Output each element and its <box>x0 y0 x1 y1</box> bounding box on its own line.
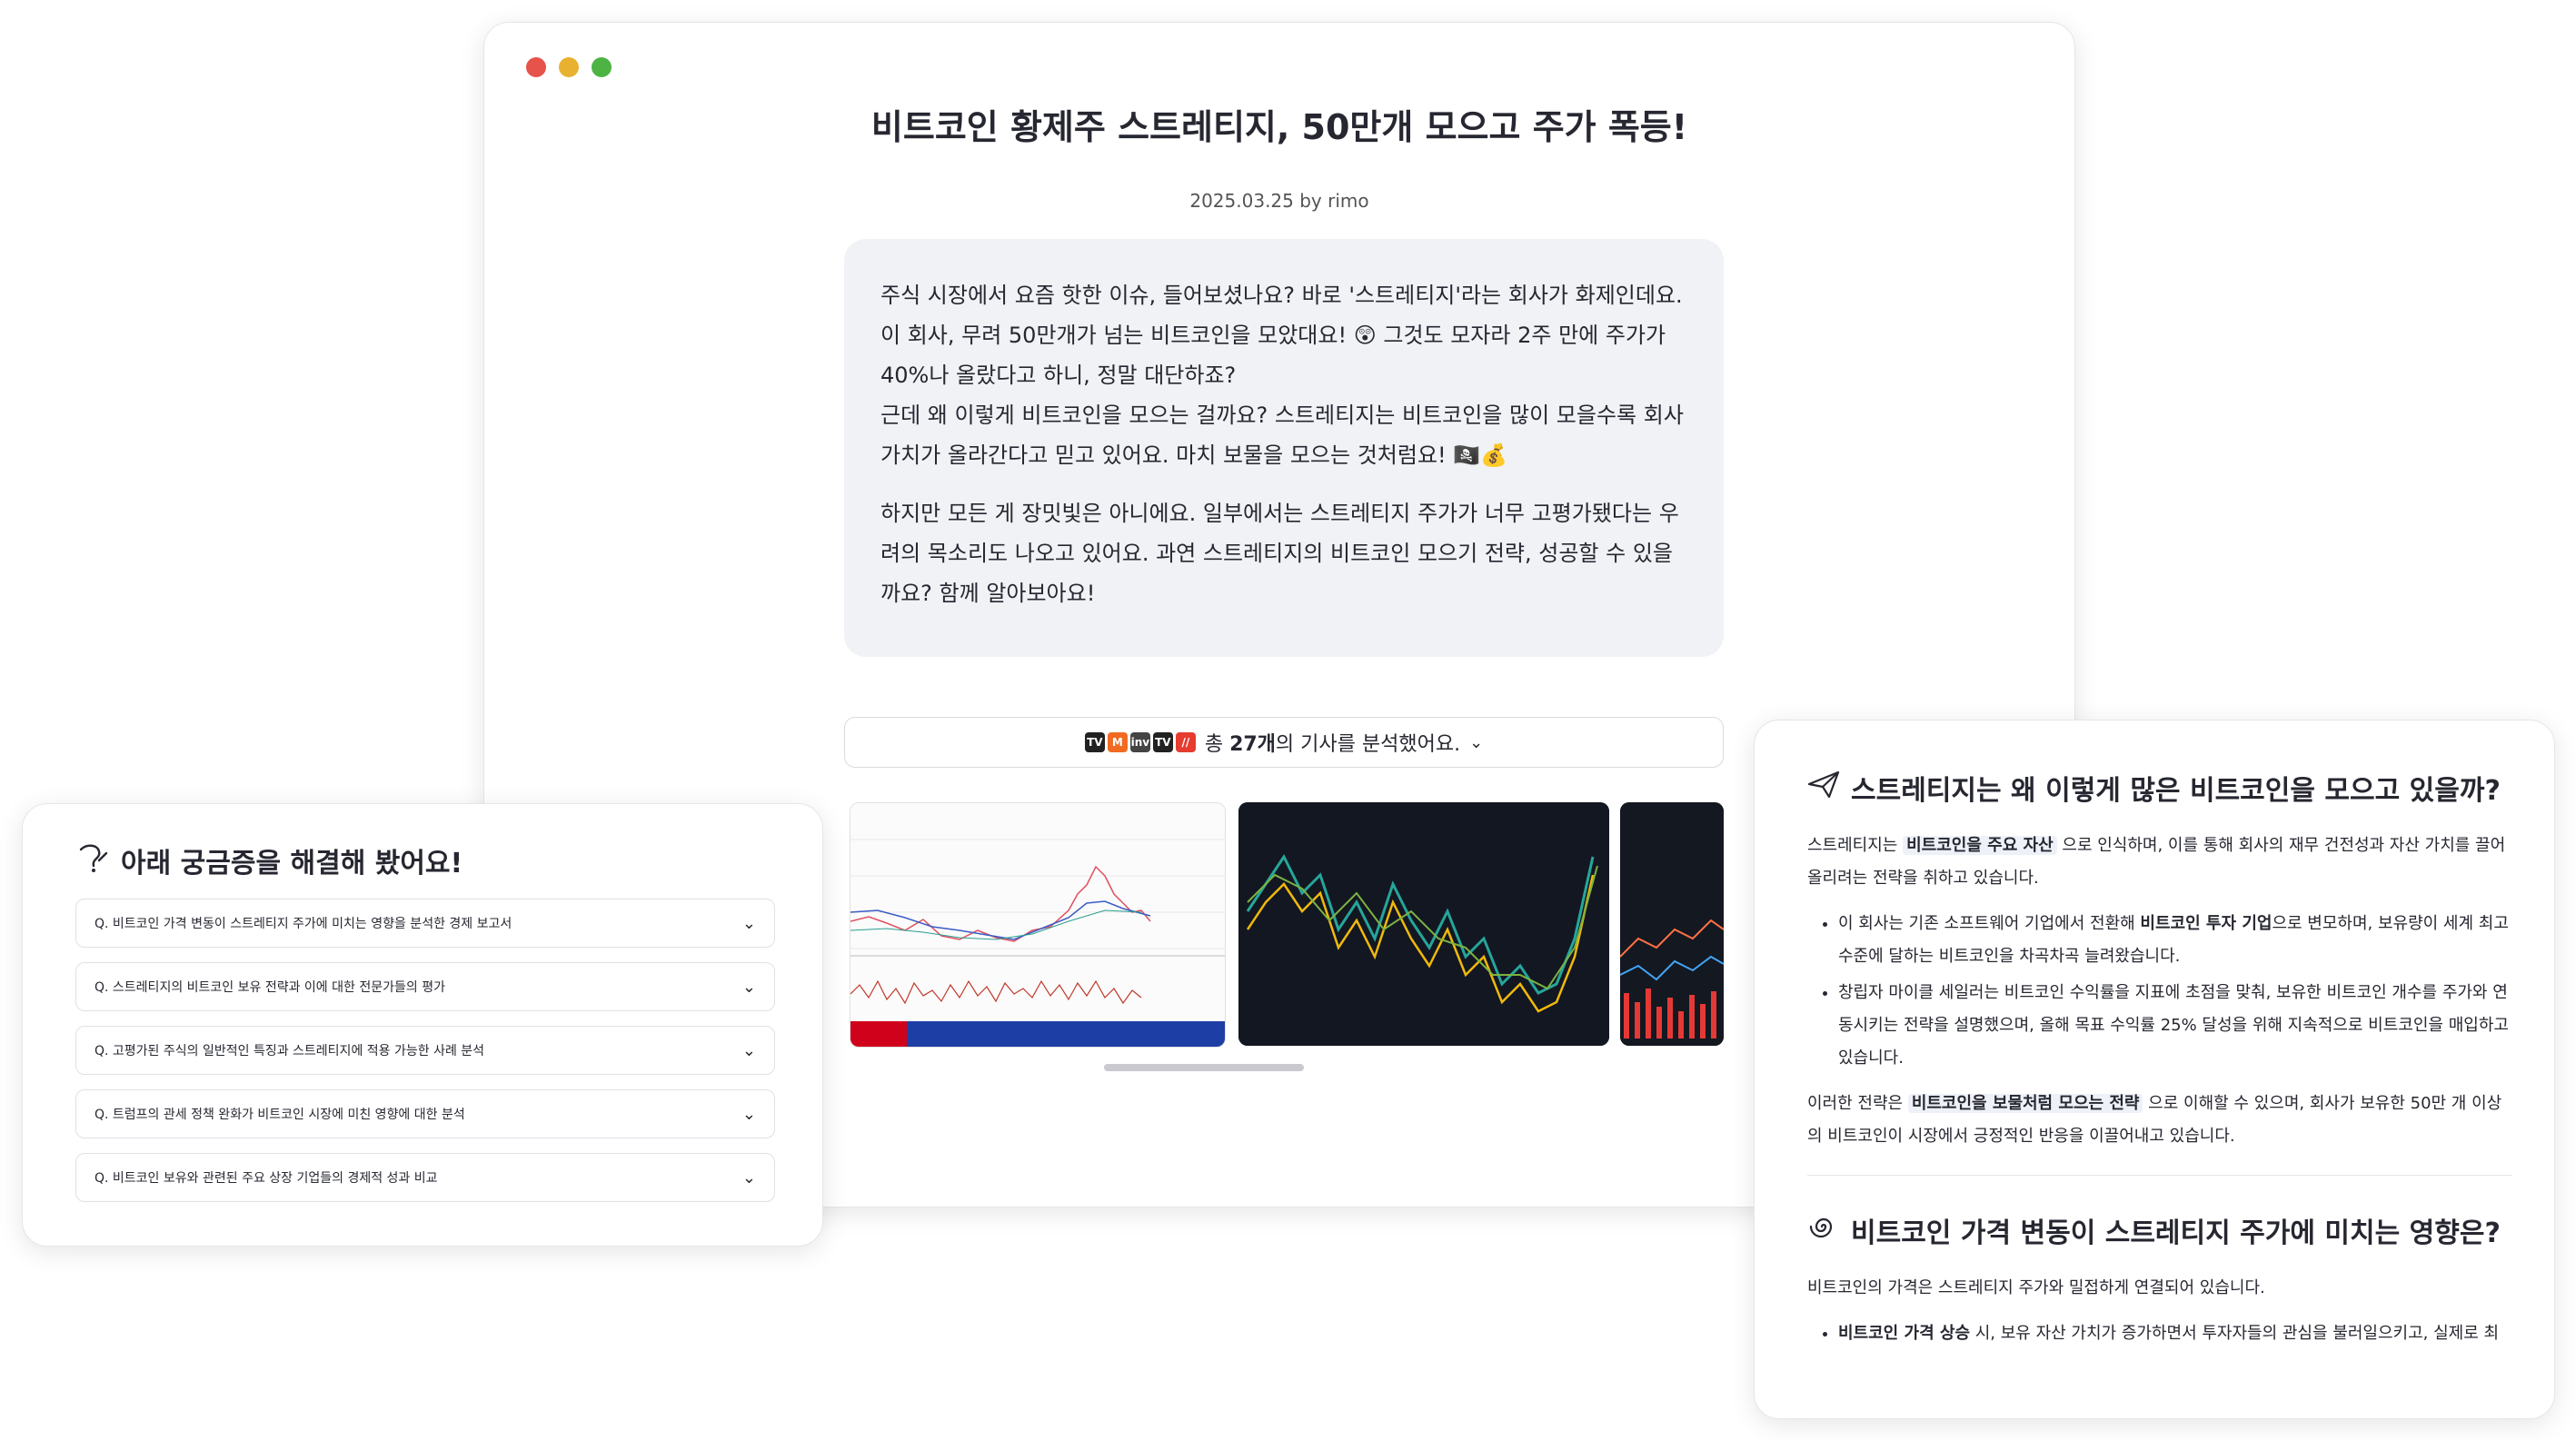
chevron-down-icon: ⌄ <box>741 1168 756 1188</box>
questions-card: 아래 궁금증을 해결해 봤어요! Q. 비트코인 가격 변동이 스트레티지 주가… <box>22 803 823 1247</box>
question-text: Q. 트럼프의 관세 정책 완화가 비트코인 시장에 미친 영향에 대한 분석 <box>94 1108 465 1122</box>
source-logos: TV M inv TV // <box>1084 732 1196 752</box>
explanation-card: 스트레티지는 왜 이렇게 많은 비트코인을 모으고 있을까? 스트레티지는 비트… <box>1754 720 2555 1419</box>
summary-text-1: 주식 시장에서 요즘 핫한 이슈, 들어보셨나요? 바로 '스트레티지'라는 회… <box>880 283 1683 388</box>
price-chart-image <box>1238 802 1609 1046</box>
question-pen-icon <box>77 840 110 880</box>
chevron-down-icon: ⌄ <box>741 977 756 997</box>
chart-thumbnail[interactable] <box>1620 802 1724 1046</box>
section-heading: 스트레티지는 왜 이렇게 많은 비트코인을 모으고 있을까? <box>1807 768 2512 808</box>
summary-text-3: 하지만 모든 게 장밋빛은 아니에요. 일부에서는 스트레티지 주가가 너무 고… <box>880 501 1679 606</box>
article-title: 비트코인 황제주 스트레티지, 50만개 모으고 주가 폭등! <box>870 107 1688 147</box>
news-icon: M <box>1107 732 1128 752</box>
question-text: Q. 스트레티지의 비트코인 보유 전략과 이에 대한 전문가들의 평가 <box>94 980 445 995</box>
question-item[interactable]: Q. 스트레티지의 비트코인 보유 전략과 이에 대한 전문가들의 평가 ⌄ <box>75 962 775 1011</box>
article-meta: 2025.03.25 by rimo <box>1189 190 1369 212</box>
bullet-item: 이 회사는 기존 소프트웨어 기업에서 전환해 비트코인 투자 기업으로 변모하… <box>1838 908 2512 973</box>
window-controls <box>526 57 612 77</box>
question-item[interactable]: Q. 비트코인 가격 변동이 스트레티지 주가에 미치는 영향을 분석한 경제 … <box>75 899 775 948</box>
section-heading: 비트코인 가격 변동이 스트레티지 주가에 미치는 영향은? <box>1807 1210 2512 1250</box>
article-summary: 주식 시장에서 요즘 핫한 이슈, 들어보셨나요? 바로 '스트레티지'라는 회… <box>844 239 1724 657</box>
paper-plane-icon <box>1807 770 1840 806</box>
spiral-icon <box>1807 1210 1840 1250</box>
chevron-down-icon: ⌄ <box>1469 732 1484 752</box>
news-icon: TV <box>1152 732 1173 752</box>
section-bullets: 비트코인 가격 상승 시, 보유 자산 가치가 증가하면서 투자자들의 관심을 … <box>1807 1317 2512 1350</box>
section-bullets: 이 회사는 기존 소프트웨어 기업에서 전환해 비트코인 투자 기업으로 변모하… <box>1807 908 2512 1075</box>
questions-title-text: 아래 궁금증을 해결해 봤어요! <box>121 848 463 880</box>
question-text: Q. 비트코인 보유와 관련된 주요 상장 기업들의 경제적 성과 비교 <box>94 1171 438 1186</box>
bullet-item: 비트코인 가격 상승 시, 보유 자산 가치가 증가하면서 투자자들의 관심을 … <box>1838 1317 2512 1350</box>
chevron-down-icon: ⌄ <box>741 1104 756 1124</box>
chart-thumbnail[interactable] <box>1238 802 1609 1046</box>
section-heading-text: 스트레티지는 왜 이렇게 많은 비트코인을 모으고 있을까? <box>1851 775 2501 807</box>
summary-text-2: 근데 왜 이렇게 비트코인을 모으는 걸까요? 스트레티지는 비트코인을 많이 … <box>880 402 1684 468</box>
question-text: Q. 비트코인 가격 변동이 스트레티지 주가에 미치는 영향을 분석한 경제 … <box>94 917 512 931</box>
price-chart-image <box>1620 802 1724 1046</box>
news-icon: TV <box>1084 732 1105 752</box>
chart-thumbnail[interactable] <box>850 802 1226 1048</box>
section-heading-text: 비트코인 가격 변동이 스트레티지 주가에 미치는 영향은? <box>1851 1217 2501 1249</box>
maximize-dot[interactable] <box>592 57 612 77</box>
section-paragraph: 스트레티지는 비트코인을 주요 자산 으로 인식하며, 이를 통해 회사의 재무… <box>1807 836 2506 888</box>
bullet-item: 창립자 마이클 세일러는 비트코인 수익률을 지표에 초점을 맞춰, 보유한 비… <box>1838 977 2512 1075</box>
question-item[interactable]: Q. 고평가된 주식의 일반적인 특징과 스트레티지에 적용 가능한 사례 분석… <box>75 1026 775 1075</box>
question-text: Q. 고평가된 주식의 일반적인 특징과 스트레티지에 적용 가능한 사례 분석 <box>94 1044 485 1058</box>
news-icon: // <box>1175 732 1196 752</box>
divider <box>1807 1175 2512 1176</box>
news-icon: inv <box>1129 732 1150 752</box>
explanation-content: 스트레티지는 왜 이렇게 많은 비트코인을 모으고 있을까? 스트레티지는 비트… <box>1807 768 2512 1363</box>
questions-title: 아래 궁금증을 해결해 봤어요! <box>77 840 462 880</box>
summary-paragraph: 주식 시장에서 요즘 핫한 이슈, 들어보셨나요? 바로 '스트레티지'라는 회… <box>880 275 1687 475</box>
chevron-down-icon: ⌄ <box>741 913 756 933</box>
highlight: 비트코인을 주요 자산 <box>1903 836 2057 855</box>
question-item[interactable]: Q. 트럼프의 관세 정책 완화가 비트코인 시장에 미친 영향에 대한 분석 … <box>75 1089 775 1138</box>
sources-dropdown[interactable]: TV M inv TV // 총 27개의 기사를 분석했어요. ⌄ <box>844 717 1724 768</box>
section-paragraph: 이러한 전략은 비트코인을 보물처럼 모으는 전략 으로 이해할 수 있으며, … <box>1807 1094 2502 1146</box>
questions-list: Q. 비트코인 가격 변동이 스트레티지 주가에 미치는 영향을 분석한 경제 … <box>75 899 775 1217</box>
chart-thumbnails[interactable] <box>850 802 1724 1048</box>
chevron-down-icon: ⌄ <box>741 1040 756 1060</box>
question-item[interactable]: Q. 비트코인 보유와 관련된 주요 상장 기업들의 경제적 성과 비교 ⌄ <box>75 1153 775 1202</box>
highlight: 비트코인을 보물처럼 모으는 전략 <box>1907 1094 2143 1113</box>
thumbnail-scrollbar[interactable] <box>1104 1064 1304 1071</box>
sources-label: 총 27개의 기사를 분석했어요. <box>1204 733 1461 756</box>
summary-paragraph: 하지만 모든 게 장밋빛은 아니에요. 일부에서는 스트레티지 주가가 너무 고… <box>880 493 1687 613</box>
close-dot[interactable] <box>526 57 546 77</box>
section-paragraph: 비트코인의 가격은 스트레티지 주가와 밀접하게 연결되어 있습니다. <box>1807 1278 2265 1297</box>
price-chart-image <box>850 803 1225 1047</box>
minimize-dot[interactable] <box>559 57 579 77</box>
